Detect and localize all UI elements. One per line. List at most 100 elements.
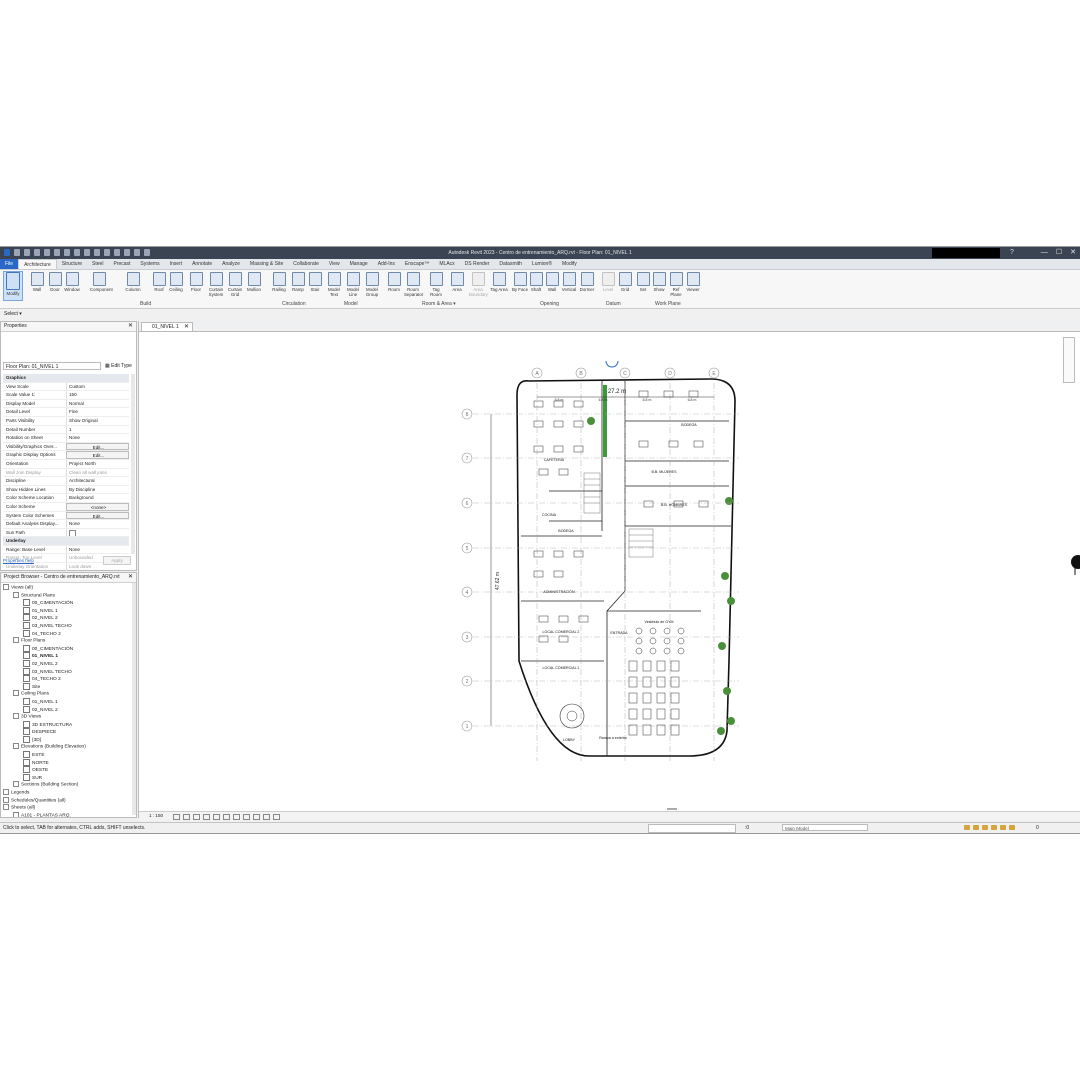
ribbon-button-tag-room[interactable]: Tag Room <box>427 272 445 297</box>
design-option-selector[interactable]: Main Model <box>782 824 868 831</box>
minimize-icon[interactable]: — <box>1041 247 1048 259</box>
tab-insert[interactable]: Insert <box>165 259 188 269</box>
room-label[interactable]: ADMINISTRACIÓN <box>543 589 575 594</box>
ribbon-button-railing[interactable]: Railing <box>270 272 288 292</box>
ribbon-button-area-boundary[interactable]: Area Boundary <box>469 272 488 297</box>
drag-elements-icon[interactable] <box>1000 825 1006 830</box>
tab-enscape-[interactable]: Enscape™ <box>400 259 434 269</box>
tab-systems[interactable]: Systems <box>135 259 164 269</box>
ribbon-button-ref-plane[interactable]: Ref Plane <box>667 272 685 297</box>
property-value[interactable]: Show Original <box>66 416 129 425</box>
ribbon-button-component[interactable]: Component <box>90 272 113 292</box>
ribbon-button-room[interactable]: Room <box>385 272 403 292</box>
sun-path-icon[interactable] <box>193 814 200 820</box>
browser-scrollbar[interactable] <box>132 583 136 815</box>
property-value[interactable]: Background <box>66 494 129 502</box>
close-icon[interactable]: ✕ <box>184 323 189 332</box>
select-pinned-icon[interactable] <box>982 825 988 830</box>
maximize-icon[interactable]: ☐ <box>1056 247 1062 259</box>
help-icon[interactable]: ? <box>1010 247 1014 259</box>
property-value[interactable]: 150 <box>66 391 129 399</box>
browser-item[interactable]: 02_NIVEL 2 <box>3 705 86 714</box>
property-value[interactable]: Normal <box>66 399 129 408</box>
lock-3d-icon[interactable] <box>243 814 250 820</box>
property-checkbox[interactable] <box>69 529 76 537</box>
browser-item[interactable]: Views (all) <box>3 584 86 592</box>
browser-item[interactable]: Legends <box>3 789 86 797</box>
ribbon-button-model-text[interactable]: Model Text <box>325 272 343 297</box>
close-icon[interactable]: ✕ <box>128 322 133 331</box>
ribbon-button-roof[interactable]: Roof <box>150 272 168 292</box>
ribbon-button-floor[interactable]: Floor <box>187 272 205 292</box>
browser-item[interactable]: 02_NIVEL 2 <box>3 614 86 622</box>
property-value[interactable] <box>66 528 129 537</box>
ribbon-button-room-separator[interactable]: Room Separator <box>404 272 423 297</box>
property-value[interactable]: By Discipline <box>66 485 129 494</box>
room-label[interactable]: LOCAL COMERCIAL 1 <box>543 666 580 670</box>
browser-item[interactable]: Site <box>3 682 86 691</box>
room-label[interactable]: LOBBY <box>563 738 576 742</box>
ribbon-button-vertical[interactable]: Vertical <box>560 272 578 292</box>
tab-annotate[interactable]: Annotate <box>187 259 217 269</box>
expand-toggle-icon[interactable] <box>13 637 19 644</box>
ribbon-button-grid[interactable]: Grid <box>616 272 634 292</box>
ribbon-button-column[interactable]: Column <box>124 272 142 292</box>
tab-manage[interactable]: Manage <box>345 259 373 269</box>
shadows-icon[interactable] <box>203 814 210 820</box>
drawing-area[interactable]: 01_NIVEL 1 ✕ A B C D E 8 7 6 5 4 3 2 1 6… <box>138 321 1080 820</box>
ribbon-button-ceiling[interactable]: Ceiling <box>167 272 185 292</box>
close-icon[interactable]: ✕ <box>128 573 133 582</box>
browser-item[interactable]: Floor Plans <box>3 637 86 645</box>
browser-item[interactable]: Sections (Building Section) <box>3 781 86 789</box>
expand-toggle-icon[interactable] <box>3 789 9 796</box>
browser-item[interactable]: A101 - PLANTAS ARQ. <box>3 811 86 817</box>
room-label[interactable]: ENTRADA <box>610 631 628 635</box>
property-value[interactable]: Custom <box>66 382 129 391</box>
analytical-model-icon[interactable] <box>273 814 280 820</box>
expand-toggle-icon[interactable] <box>3 796 9 803</box>
select-by-face-icon[interactable] <box>991 825 997 830</box>
temporary-hide-icon[interactable] <box>253 814 260 820</box>
ribbon-button-mullion[interactable]: Mullion <box>245 272 263 292</box>
browser-item[interactable]: 01_NIVEL 1 <box>3 652 86 660</box>
render-icon[interactable] <box>213 814 220 820</box>
detail-level-icon[interactable] <box>173 814 180 820</box>
filter-icon[interactable] <box>1009 825 1015 830</box>
room-label[interactable]: B.B. HOMBRES <box>661 503 688 507</box>
browser-item[interactable]: Structural Plans <box>3 591 86 600</box>
ribbon-button-area[interactable]: Area <box>448 272 466 292</box>
browser-item[interactable]: 00_CIMENTACIÓN <box>3 599 86 607</box>
room-label[interactable]: LOCAL COMERCIAL 2 <box>543 630 580 634</box>
browser-item[interactable]: 3D ESTRUCTURA <box>3 720 86 729</box>
floor-plan-drawing[interactable]: A B C D E876543216.8 m 6.8 m 6.8 m 6.8 m 27.2 m… <box>439 361 769 801</box>
elevation-marker-icon[interactable] <box>605 361 619 368</box>
tab-structure[interactable]: Structure <box>57 259 87 269</box>
ribbon-button-curtain-grid[interactable]: Curtain Grid <box>226 272 244 297</box>
browser-item[interactable]: 3D Views <box>3 713 86 721</box>
crop-view-icon[interactable] <box>223 814 230 820</box>
select-links-icon[interactable] <box>964 825 970 830</box>
ribbon-button-door[interactable]: Door <box>46 272 64 292</box>
property-value[interactable]: None <box>66 434 129 442</box>
property-edit-button[interactable]: <none> <box>66 502 129 511</box>
browser-item[interactable]: 03_NIVEL TECHO <box>3 667 86 676</box>
tab-add-ins[interactable]: Add-Ins <box>373 259 400 269</box>
browser-item[interactable]: 03_NIVEL TECHO <box>3 621 86 630</box>
property-value[interactable]: None <box>66 520 129 528</box>
browser-item[interactable]: 04_TECHO 2 <box>3 629 86 638</box>
ribbon-button-ramp[interactable]: Ramp <box>289 272 307 292</box>
ribbon-button-model-line[interactable]: Model Line <box>344 272 362 297</box>
visual-style-icon[interactable] <box>183 814 190 820</box>
navigation-bar[interactable] <box>1063 337 1075 383</box>
tab-mlacx[interactable]: MLAcx <box>434 259 459 269</box>
property-value[interactable]: 1 <box>66 425 129 434</box>
browser-item[interactable]: Elevations (Building Elevation) <box>3 743 86 751</box>
property-value[interactable]: Fine <box>66 408 129 416</box>
browser-item[interactable]: OESTE <box>3 766 86 774</box>
view-tab[interactable]: 01_NIVEL 1 ✕ <box>141 322 193 331</box>
show-crop-icon[interactable] <box>233 814 240 820</box>
horizontal-scroll-thumb[interactable] <box>667 808 677 810</box>
ribbon-button-model-group[interactable]: Model Group <box>363 272 381 297</box>
expand-toggle-icon[interactable] <box>13 743 19 750</box>
ribbon-button-dormer[interactable]: Dormer <box>578 272 596 292</box>
